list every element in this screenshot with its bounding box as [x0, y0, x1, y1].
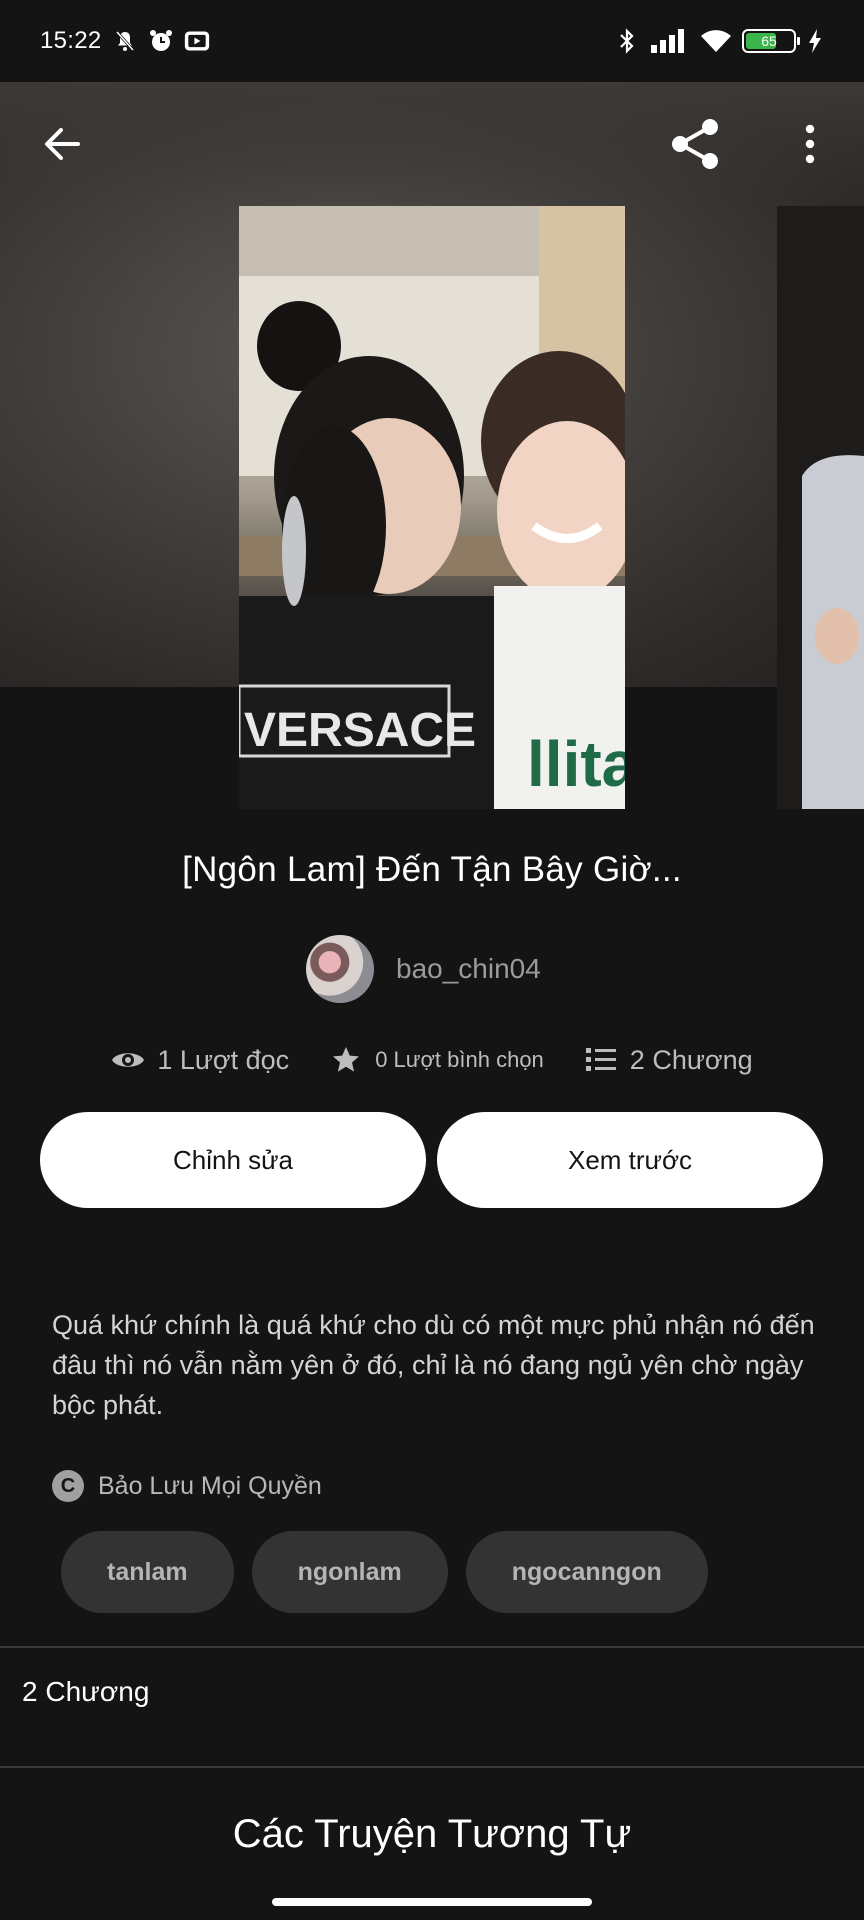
status-time: 15:22 [40, 27, 102, 54]
eye-icon [111, 1043, 145, 1077]
avatar [306, 935, 374, 1003]
author-name: bao_chin04 [396, 953, 541, 984]
share-button[interactable] [664, 114, 728, 174]
bluetooth-icon [614, 28, 640, 54]
preview-button[interactable]: Xem trước [437, 1112, 823, 1208]
story-title: [Ngôn Lam] Đến Tận Bây Giờ... [182, 850, 682, 889]
share-icon [672, 119, 718, 169]
copyright-notice: C Bảo Lưu Mọi Quyền [52, 1469, 322, 1503]
back-button[interactable] [36, 118, 88, 170]
tag-chip[interactable]: tanlam [61, 1531, 234, 1613]
reads-count: 1 Lượt đọc [157, 1044, 290, 1075]
svg-text:VERSACE: VERSACE [244, 704, 476, 757]
story-description: Quá khứ chính là quá khứ cho dù có một m… [52, 1310, 815, 1420]
list-icon [584, 1043, 618, 1077]
media-icon [184, 28, 210, 54]
wifi-icon [700, 28, 732, 54]
star-icon [329, 1043, 363, 1077]
battery-level: 65 [761, 33, 777, 49]
stat-votes: 0 Lượt bình chọn [329, 1043, 544, 1077]
edit-button[interactable]: Chỉnh sửa [40, 1112, 426, 1208]
back-arrow-icon [45, 128, 80, 160]
votes-count: 0 Lượt bình chọn [375, 1047, 544, 1072]
next-story-cover[interactable] [777, 206, 864, 809]
battery-icon: 65 [742, 29, 800, 53]
status-left: 15:22 [40, 27, 210, 55]
tag-chip[interactable]: ngonlam [251, 1531, 448, 1613]
home-indicator[interactable] [272, 1898, 592, 1906]
divider [0, 1766, 864, 1768]
copyright-label: Bảo Lưu Mọi Quyền [98, 1471, 322, 1500]
similar-stories-heading: Các Truyện Tương Tự [232, 1812, 632, 1856]
copyright-icon: C [52, 1470, 84, 1502]
svg-text:llita: llita [527, 728, 625, 800]
author-link[interactable]: bao_chin04 [306, 934, 541, 1004]
charging-icon [806, 28, 824, 54]
divider [0, 1646, 864, 1648]
alarm-icon [148, 28, 174, 54]
more-options-button[interactable] [790, 114, 830, 174]
more-vertical-icon [805, 124, 815, 164]
tag-chip[interactable]: ngocanngon [465, 1531, 708, 1613]
chapters-count: 2 Chương [629, 1044, 753, 1075]
mute-bell-icon [112, 28, 138, 54]
next-cover-illustration [777, 206, 864, 809]
story-toolbar [0, 100, 864, 190]
story-cover-image[interactable]: VERSACE llita [239, 206, 625, 809]
chapters-section-toggle[interactable]: 2 Chương [22, 1676, 149, 1708]
story-stats: 1 Lượt đọc 0 Lượt bình chọn 2 Chương [0, 1040, 864, 1080]
status-right: 65 [614, 28, 824, 54]
stat-chapters: 2 Chương [584, 1043, 753, 1077]
status-bar: 15:22 65 [0, 0, 864, 82]
signal-icon [650, 28, 690, 54]
cover-photo-illustration: VERSACE llita [239, 206, 625, 809]
tag-list: tanlam ngonlam ngocanngon [61, 1531, 708, 1613]
stat-reads: 1 Lượt đọc [111, 1043, 289, 1077]
